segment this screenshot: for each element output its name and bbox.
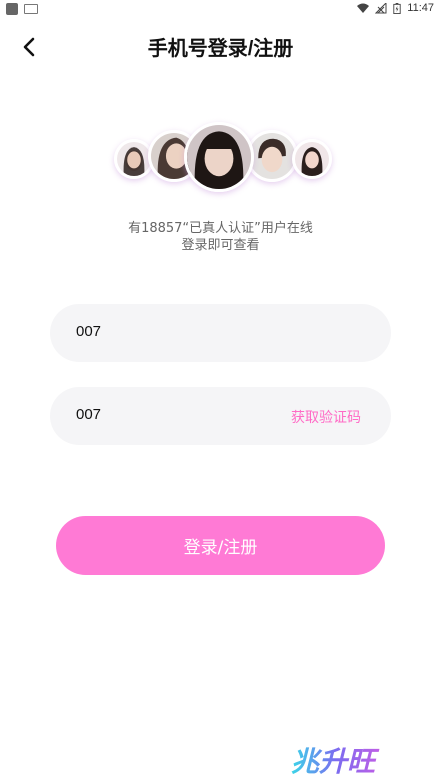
code-input-value[interactable]: 007 xyxy=(76,406,101,423)
online-count-line: 有18857“已真人认证”用户在线 xyxy=(128,221,313,236)
avatar xyxy=(184,122,254,192)
phone-input-value[interactable]: 007 xyxy=(76,323,101,340)
no-signal-icon xyxy=(375,2,387,13)
battery-icon xyxy=(393,2,401,14)
header: 手机号登录/注册 xyxy=(0,26,441,66)
page-title: 手机号登录/注册 xyxy=(147,38,294,60)
verification-code-field[interactable]: 007 获取验证码 xyxy=(50,387,391,445)
login-to-view-line: 登录即可查看 xyxy=(181,238,260,253)
avatar xyxy=(292,139,332,179)
watermark-logo: 兆升旺 xyxy=(291,738,391,778)
app-notification-icon xyxy=(6,3,18,15)
get-code-button[interactable]: 获取验证码 xyxy=(291,407,361,427)
online-users-text: 有18857“已真人认证”用户在线 登录即可查看 xyxy=(0,220,441,254)
phone-field[interactable]: 007 xyxy=(50,304,391,362)
wifi-icon xyxy=(357,3,370,13)
online-user-avatars xyxy=(0,122,441,192)
login-register-label: 登录/注册 xyxy=(183,538,258,558)
watermark-text: 兆升旺 xyxy=(291,745,380,778)
login-register-button[interactable]: 登录/注册 xyxy=(56,516,385,575)
status-time: 11:47 xyxy=(407,2,434,14)
keyboard-icon xyxy=(24,4,38,14)
status-bar: 11:47 xyxy=(0,0,441,18)
